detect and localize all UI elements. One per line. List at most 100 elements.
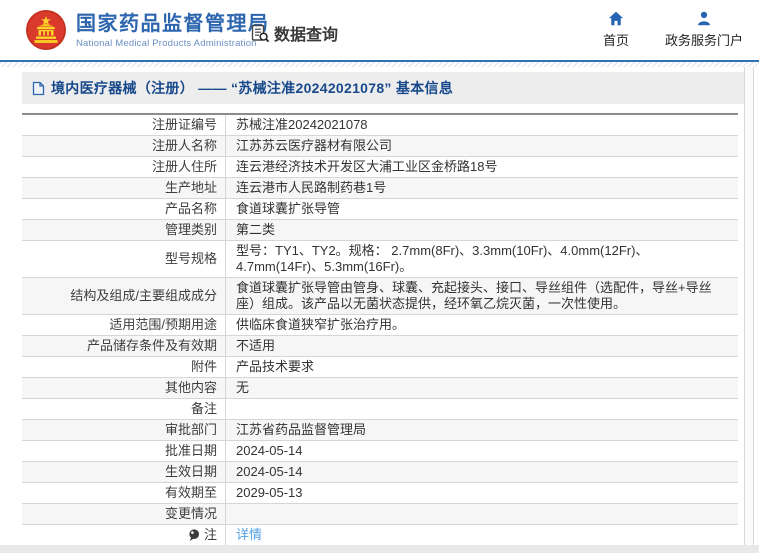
table-row: 注册证编号 苏械注准20242021078 [22, 115, 738, 135]
table-row: 变更情况 [22, 503, 738, 524]
table-row: 备注 [22, 398, 738, 419]
row-label: 审批部门 [22, 420, 226, 440]
row-label-text: 生产地址 [164, 180, 217, 195]
row-value-text: 苏械注准20242021078 [236, 117, 368, 132]
breadcrumb-text: 境内医疗器械（注册） —— “苏械注准20242021078” 基本信息 [51, 80, 454, 96]
row-value-text: 2029-05-13 [236, 485, 303, 500]
row-label-text: 型号规格 [164, 251, 217, 266]
table-row: 注 详情 [22, 524, 738, 545]
row-value: 详情 [226, 525, 738, 545]
table-row: 生效日期 2024-05-14 [22, 461, 738, 482]
nav-portal[interactable]: 政务服务门户 [665, 11, 743, 49]
table-row: 注册人住所 连云港经济技术开发区大浦工业区金桥路18号 [22, 156, 738, 177]
data-query-button[interactable]: 数据查询 [251, 21, 338, 45]
row-value-text: 型号：TY1、TY2。规格： 2.7mm(8Fr)、3.3mm(10Fr)、4.… [236, 243, 649, 274]
site-subtitle: National Medical Products Administration [76, 37, 257, 49]
table-row: 产品储存条件及有效期 不适用 [22, 335, 738, 356]
row-value: 2029-05-13 [226, 483, 738, 503]
info-table: 注册证编号 苏械注准20242021078 注册人名称 江苏苏云医疗器材有限公司 注册人… [22, 113, 738, 546]
row-value: 连云港经济技术开发区大浦工业区金桥路18号 [226, 157, 738, 177]
row-label-text: 注册人住所 [151, 159, 217, 174]
row-value-text: 江苏苏云医疗器材有限公司 [236, 138, 393, 153]
row-value-text: 产品技术要求 [236, 359, 315, 374]
table-row: 有效期至 2029-05-13 [22, 482, 738, 503]
row-label-text: 附件 [190, 359, 217, 374]
row-value: 无 [226, 378, 738, 398]
row-label: 批准日期 [22, 441, 226, 461]
data-query-label: 数据查询 [274, 27, 339, 44]
row-label-text: 注 [203, 527, 217, 542]
row-value: 连云港市人民路制药巷1号 [226, 178, 738, 198]
row-label: 备注 [22, 399, 226, 419]
details-link[interactable]: 详情 [236, 527, 262, 543]
row-label: 注册证编号 [22, 115, 226, 135]
nav-home[interactable]: 首页 [603, 11, 629, 49]
row-value-text: 2024-05-14 [236, 443, 303, 458]
row-label: 注册人住所 [22, 157, 226, 177]
table-row: 产品名称 食道球囊扩张导管 [22, 198, 738, 219]
header-divider [0, 62, 759, 67]
national-emblem-icon [25, 9, 67, 51]
row-value-text: 供临床食道狭窄扩张治疗用。 [236, 317, 406, 332]
row-value: 江苏省药品监督管理局 [226, 420, 738, 440]
row-label-text: 审批部门 [164, 422, 217, 437]
table-row: 批准日期 2024-05-14 [22, 440, 738, 461]
row-label-text: 变更情况 [164, 506, 217, 521]
table-row: 注册人名称 江苏苏云医疗器材有限公司 [22, 135, 738, 156]
row-label-text: 其他内容 [164, 380, 217, 395]
document-search-icon [251, 24, 270, 43]
row-value: 江苏苏云医疗器材有限公司 [226, 136, 738, 156]
scrollbar[interactable] [744, 67, 754, 545]
row-label: 生产地址 [22, 178, 226, 198]
row-label-text: 注册证编号 [151, 117, 217, 132]
table-row: 审批部门 江苏省药品监督管理局 [22, 419, 738, 440]
nav-home-label: 首页 [602, 33, 629, 48]
row-label: 型号规格 [22, 241, 226, 277]
row-label-text: 产品名称 [164, 201, 217, 216]
note-icon [188, 528, 200, 542]
row-value-text: 连云港市人民路制药巷1号 [236, 180, 387, 195]
row-value: 食道球囊扩张导管 [226, 199, 738, 219]
bottom-strip [0, 545, 759, 553]
row-value [226, 399, 738, 419]
table-row: 其他内容 无 [22, 377, 738, 398]
user-icon [696, 11, 712, 26]
row-value-text: 食道球囊扩张导管 [236, 201, 341, 216]
row-label: 生效日期 [22, 462, 226, 482]
table-row: 结构及组成/主要组成成分 食道球囊扩张导管由管身、球囊、充起接头、接口、导丝组件（… [22, 277, 738, 314]
table-row: 管理类别 第二类 [22, 219, 738, 240]
row-value: 不适用 [226, 336, 738, 356]
row-value: 型号：TY1、TY2。规格： 2.7mm(8Fr)、3.3mm(10Fr)、4.… [226, 241, 738, 277]
home-icon [608, 11, 624, 26]
row-label: 注册人名称 [22, 136, 226, 156]
row-label-text: 结构及组成/主要组成成分 [70, 288, 217, 303]
row-value: 产品技术要求 [226, 357, 738, 377]
table-row: 型号规格 型号：TY1、TY2。规格： 2.7mm(8Fr)、3.3mm(10Fr… [22, 240, 738, 277]
row-label-text: 批准日期 [164, 443, 217, 458]
row-value: 第二类 [226, 220, 738, 240]
row-label: 注 [22, 525, 226, 545]
row-label: 适用范围/预期用途 [22, 315, 226, 335]
table-row: 适用范围/预期用途 供临床食道狭窄扩张治疗用。 [22, 314, 738, 335]
row-value-text: 无 [236, 380, 250, 395]
row-value: 2024-05-14 [226, 441, 738, 461]
row-label: 管理类别 [22, 220, 226, 240]
header-nav: 首页 政务服务门户 [603, 11, 743, 49]
row-label: 产品名称 [22, 199, 226, 219]
row-value-text: 江苏省药品监督管理局 [236, 422, 367, 437]
table-row: 附件 产品技术要求 [22, 356, 738, 377]
row-label-text: 备注 [190, 401, 217, 416]
row-label-text: 注册人名称 [151, 138, 217, 153]
row-value-text: 连云港经济技术开发区大浦工业区金桥路18号 [236, 159, 498, 174]
breadcrumb: 境内医疗器械（注册） —— “苏械注准20242021078” 基本信息 [22, 72, 753, 104]
site-logo[interactable]: 国家药品监督管理局 National Medical Products Admi… [25, 9, 270, 51]
page-icon [32, 81, 45, 96]
row-label: 其他内容 [22, 378, 226, 398]
row-value-text: 第二类 [236, 222, 276, 237]
row-label-text: 有效期至 [164, 485, 217, 500]
row-value-text: 不适用 [236, 338, 276, 353]
row-value: 食道球囊扩张导管由管身、球囊、充起接头、接口、导丝组件（选配件，导丝+导丝座）组… [226, 278, 738, 314]
row-value: 供临床食道狭窄扩张治疗用。 [226, 315, 738, 335]
row-label-text: 生效日期 [164, 464, 217, 479]
row-value-text: 2024-05-14 [236, 464, 303, 479]
